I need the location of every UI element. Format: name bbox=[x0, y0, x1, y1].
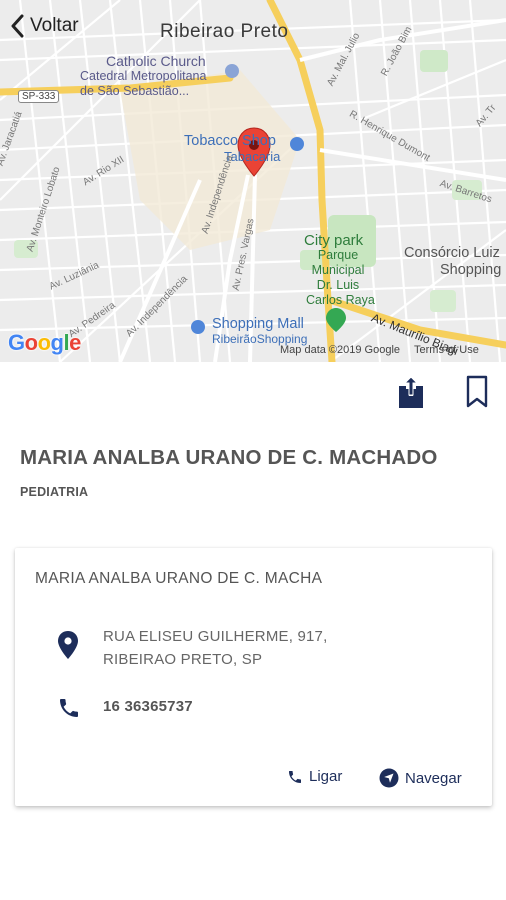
location-pin-icon bbox=[57, 630, 79, 665]
phone-icon bbox=[289, 770, 301, 783]
map-poi-consorcio[interactable]: Consórcio Luiz Shopping bbox=[404, 245, 501, 279]
phone-icon bbox=[57, 696, 81, 725]
action-bar bbox=[0, 374, 506, 414]
terms-of-use-link[interactable]: Terms of Use bbox=[414, 344, 479, 356]
map-poi-church[interactable]: Catholic Church bbox=[106, 53, 206, 69]
map-poi-parque[interactable]: Parque Municipal Dr. Luis Carlos Raya bbox=[306, 248, 375, 308]
doctor-name-title: MARIA ANALBA URANO DE C. MACHADO bbox=[20, 446, 438, 469]
map-canvas[interactable] bbox=[0, 0, 506, 362]
bookmark-icon bbox=[466, 375, 488, 408]
map-poi-mall[interactable]: Shopping Mall bbox=[212, 316, 304, 332]
road-sign-sp333: SP-333 bbox=[18, 90, 60, 103]
map-poi-cathedral[interactable]: Catedral Metropolitana de São Sebastião.… bbox=[80, 69, 206, 99]
chevron-left-icon bbox=[11, 14, 24, 38]
screen: Voltar Ribeirao Preto Catholic Church Ca… bbox=[0, 0, 506, 900]
navigate-label: Navegar bbox=[405, 769, 462, 787]
map-poi-tobacco[interactable]: Tobacco Shop bbox=[184, 133, 276, 149]
navigation-icon bbox=[379, 768, 399, 788]
contact-card: MARIA ANALBA URANO DE C. MACHA RUA ELISE… bbox=[15, 548, 492, 806]
google-logo: Google bbox=[8, 330, 81, 355]
specialty-label: PEDIATRIA bbox=[20, 485, 89, 499]
address-text[interactable]: RUA ELISEU GUILHERME, 917, RIBEIRAO PRET… bbox=[103, 625, 327, 671]
call-label: Ligar bbox=[309, 768, 343, 785]
bookmark-button[interactable] bbox=[462, 374, 492, 410]
navigate-button[interactable]: Navegar bbox=[379, 768, 462, 788]
share-icon bbox=[399, 376, 423, 408]
call-button[interactable]: Ligar bbox=[287, 768, 342, 785]
map-city-label: Ribeirao Preto bbox=[160, 21, 289, 42]
card-doctor-name: MARIA ANALBA URANO DE C. MACHA bbox=[35, 570, 323, 587]
map-poi-citypark[interactable]: City park bbox=[304, 232, 363, 249]
map-attribution: Map data ©2019 Google Terms of Use bbox=[280, 344, 479, 356]
share-button[interactable] bbox=[396, 374, 426, 410]
back-button[interactable]: Voltar bbox=[10, 14, 79, 38]
map-view[interactable]: Voltar Ribeirao Preto Catholic Church Ca… bbox=[0, 0, 506, 362]
phone-number[interactable]: 16 36365737 bbox=[103, 698, 193, 715]
map-data-text: Map data ©2019 Google bbox=[280, 344, 401, 356]
back-label: Voltar bbox=[30, 15, 79, 36]
